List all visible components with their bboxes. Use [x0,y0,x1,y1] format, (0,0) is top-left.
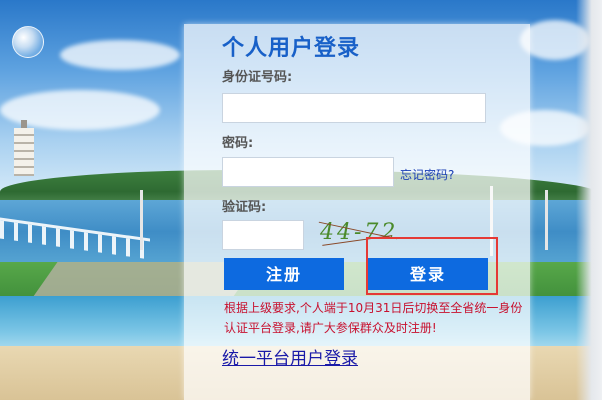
captcha-input[interactable] [222,220,304,250]
captcha-label: 验证码: [222,200,267,215]
id-number-input[interactable] [222,93,486,123]
street-lamp [545,190,548,250]
forgot-password-link[interactable]: 忘记密码? [400,166,454,183]
bubble-decoration [12,26,44,58]
id-number-label: 身份证号码: [222,70,293,85]
page-edge [576,0,602,400]
unified-platform-login-link[interactable]: 统一平台用户登录 [222,344,358,369]
pagoda [14,128,34,176]
login-button[interactable]: 登录 [368,258,488,290]
login-panel: 个人用户登录 身份证号码: 密码: 忘记密码? 验证码: 44-72 注册 登录… [184,24,530,400]
captcha-image[interactable]: 44-72 [318,220,398,250]
login-title: 个人用户登录 [222,36,361,61]
register-button[interactable]: 注册 [224,258,344,290]
password-label: 密码: [222,136,254,151]
cloud [60,40,180,70]
password-input[interactable] [222,157,394,187]
notice-text: 根据上级要求,个人端于10月31日后切换至全省统一身份认证平台登录,请广大参保群… [224,301,523,335]
street-lamp [140,190,143,250]
